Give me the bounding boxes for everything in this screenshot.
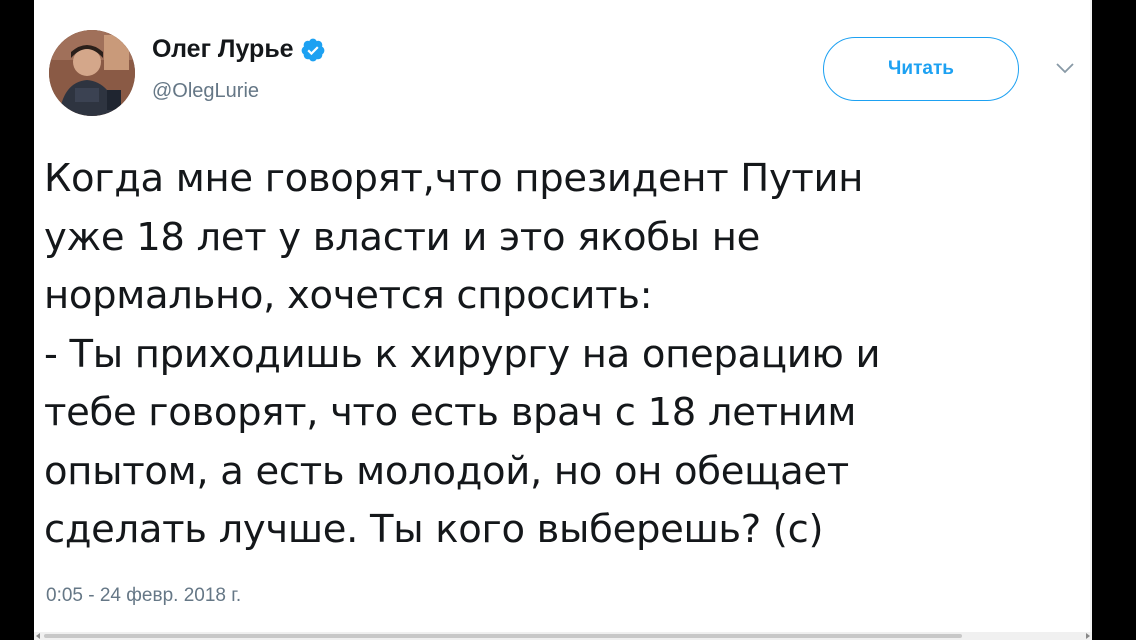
- follow-button[interactable]: Читать: [823, 37, 1019, 101]
- frame-edge: [0, 0, 34, 640]
- author-name-text: Олег Лурье: [152, 35, 294, 63]
- frame-edge-right: [1092, 0, 1136, 640]
- chevron-down-icon[interactable]: [1054, 60, 1076, 76]
- tweet-timestamp[interactable]: 0:05 - 24 февр. 2018 г.: [46, 585, 241, 607]
- tweet-text: Когда мне говорят,что президент Путин уж…: [44, 156, 881, 552]
- screenshot: Олег Лурье @OlegLurie Читать Когда мне г…: [0, 0, 1136, 640]
- horizontal-scrollbar[interactable]: [34, 632, 1092, 640]
- scroll-right-icon[interactable]: [1086, 633, 1090, 639]
- author-name[interactable]: Олег Лурье: [152, 35, 326, 64]
- avatar-photo: [49, 30, 135, 116]
- verified-badge-icon: [301, 38, 324, 61]
- tweet-card: Олег Лурье @OlegLurie Читать Когда мне г…: [34, 0, 1092, 632]
- author-handle[interactable]: @OlegLurie: [152, 80, 259, 103]
- scroll-left-icon[interactable]: [36, 633, 40, 639]
- horizontal-scrollbar-thumb[interactable]: [44, 634, 962, 638]
- avatar[interactable]: [49, 30, 135, 116]
